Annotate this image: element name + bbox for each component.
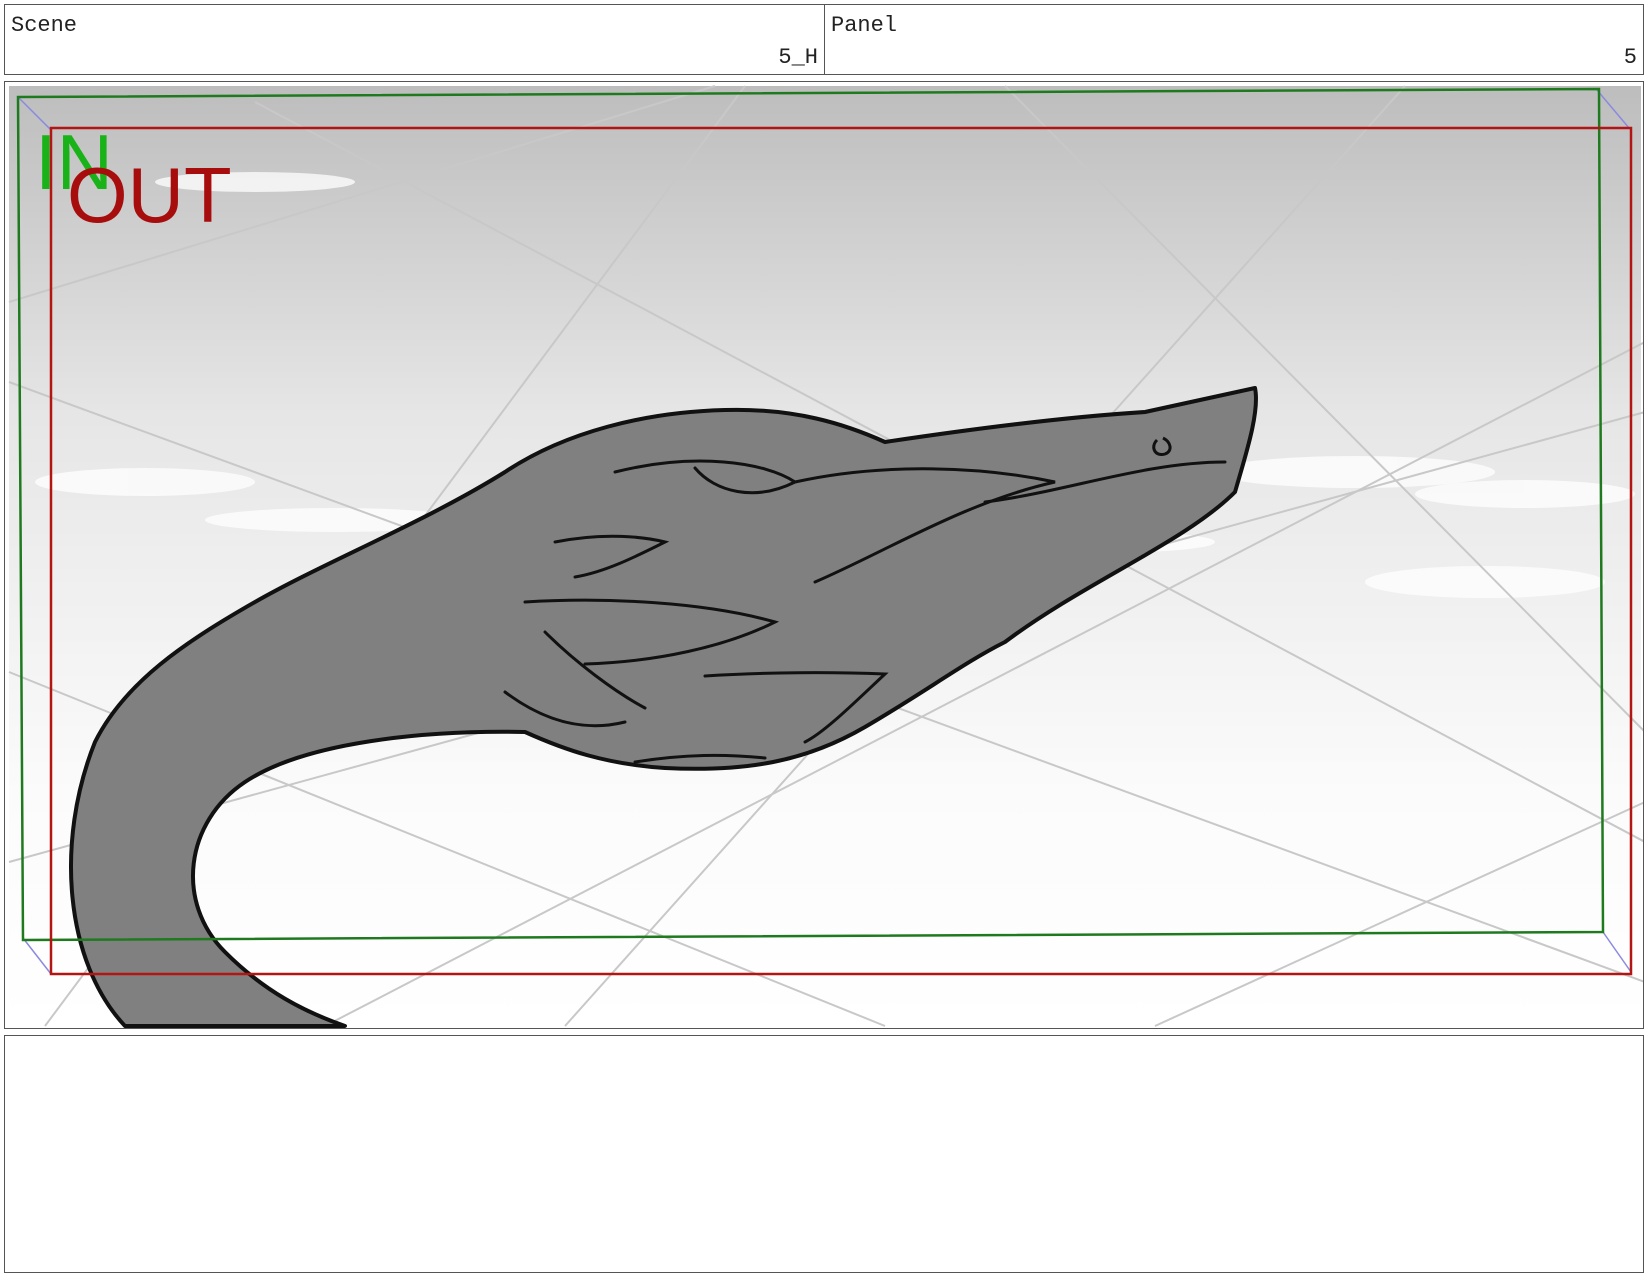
scene-label: Scene xyxy=(11,13,78,38)
panel-drawing: IN OUT xyxy=(8,85,1643,1028)
panel-label: Panel xyxy=(831,13,898,38)
scene-cell: Scene 5_H xyxy=(4,4,825,75)
panel-number-cell: Panel 5 xyxy=(824,4,1644,75)
out-label: OUT xyxy=(67,151,232,239)
panel-image: IN OUT xyxy=(4,81,1644,1029)
panel-value: 5 xyxy=(1623,45,1637,70)
scene-value: 5_H xyxy=(778,45,818,70)
panel-notes-area[interactable] xyxy=(4,1035,1644,1273)
